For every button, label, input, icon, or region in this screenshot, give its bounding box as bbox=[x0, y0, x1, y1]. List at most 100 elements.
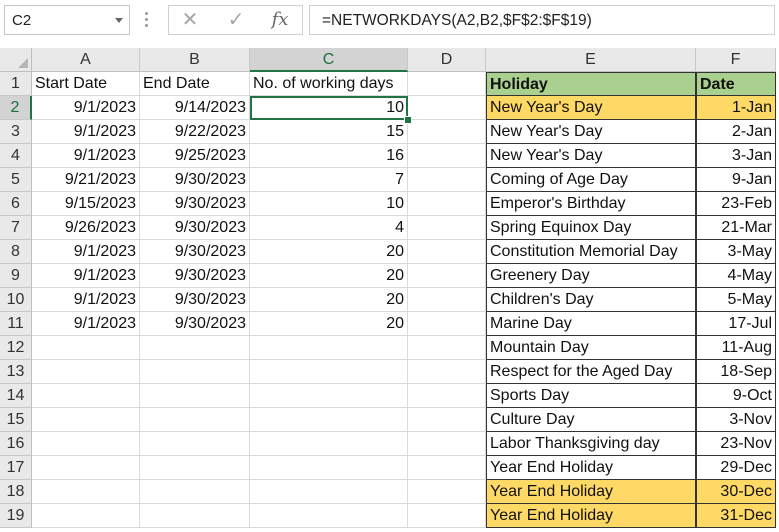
cell-f1[interactable]: Date bbox=[696, 72, 776, 96]
cell-b10[interactable]: 9/30/2023 bbox=[140, 288, 250, 312]
cell-a17[interactable] bbox=[32, 456, 140, 480]
cell-c8[interactable]: 20 bbox=[250, 240, 408, 264]
enter-icon[interactable]: ✓ bbox=[221, 8, 251, 32]
cell-c11[interactable]: 20 bbox=[250, 312, 408, 336]
cell-e12[interactable]: Mountain Day bbox=[486, 336, 696, 360]
cell-e5[interactable]: Coming of Age Day bbox=[486, 168, 696, 192]
row-header-5[interactable]: 5 bbox=[0, 168, 32, 192]
column-header-d[interactable]: D bbox=[408, 48, 486, 72]
cell-e7[interactable]: Spring Equinox Day bbox=[486, 216, 696, 240]
column-header-f[interactable]: F bbox=[696, 48, 776, 72]
cancel-icon[interactable]: ✕ bbox=[175, 8, 205, 32]
cell-d17[interactable] bbox=[408, 456, 486, 480]
cell-a2[interactable]: 9/1/2023 bbox=[32, 96, 140, 120]
cell-e1[interactable]: Holiday bbox=[486, 72, 696, 96]
cell-f2[interactable]: 1-Jan bbox=[696, 96, 776, 120]
cell-b6[interactable]: 9/30/2023 bbox=[140, 192, 250, 216]
row-header-2[interactable]: 2 bbox=[0, 96, 32, 120]
cell-a13[interactable] bbox=[32, 360, 140, 384]
row-header-14[interactable]: 14 bbox=[0, 384, 32, 408]
row-header-3[interactable]: 3 bbox=[0, 120, 32, 144]
cell-f9[interactable]: 4-May bbox=[696, 264, 776, 288]
cell-f12[interactable]: 11-Aug bbox=[696, 336, 776, 360]
cell-c16[interactable] bbox=[250, 432, 408, 456]
cell-b3[interactable]: 9/22/2023 bbox=[140, 120, 250, 144]
row-header-15[interactable]: 15 bbox=[0, 408, 32, 432]
cell-a15[interactable] bbox=[32, 408, 140, 432]
cell-b4[interactable]: 9/25/2023 bbox=[140, 144, 250, 168]
cell-a7[interactable]: 9/26/2023 bbox=[32, 216, 140, 240]
cell-a6[interactable]: 9/15/2023 bbox=[32, 192, 140, 216]
cell-b13[interactable] bbox=[140, 360, 250, 384]
cell-a10[interactable]: 9/1/2023 bbox=[32, 288, 140, 312]
cell-c17[interactable] bbox=[250, 456, 408, 480]
cell-d11[interactable] bbox=[408, 312, 486, 336]
cell-e14[interactable]: Sports Day bbox=[486, 384, 696, 408]
cell-a16[interactable] bbox=[32, 432, 140, 456]
cell-f6[interactable]: 23-Feb bbox=[696, 192, 776, 216]
cell-b9[interactable]: 9/30/2023 bbox=[140, 264, 250, 288]
row-header-13[interactable]: 13 bbox=[0, 360, 32, 384]
column-header-e[interactable]: E bbox=[486, 48, 696, 72]
cell-e17[interactable]: Year End Holiday bbox=[486, 456, 696, 480]
cell-d9[interactable] bbox=[408, 264, 486, 288]
cell-c9[interactable]: 20 bbox=[250, 264, 408, 288]
row-header-8[interactable]: 8 bbox=[0, 240, 32, 264]
cell-d18[interactable] bbox=[408, 480, 486, 504]
cell-d13[interactable] bbox=[408, 360, 486, 384]
cell-b1[interactable]: End Date bbox=[140, 72, 250, 96]
row-header-6[interactable]: 6 bbox=[0, 192, 32, 216]
cell-c18[interactable] bbox=[250, 480, 408, 504]
cell-e11[interactable]: Marine Day bbox=[486, 312, 696, 336]
cell-d1[interactable] bbox=[408, 72, 486, 96]
cell-b12[interactable] bbox=[140, 336, 250, 360]
cell-d8[interactable] bbox=[408, 240, 486, 264]
cell-c2[interactable]: 10 bbox=[250, 96, 408, 120]
cell-e8[interactable]: Constitution Memorial Day bbox=[486, 240, 696, 264]
cell-f10[interactable]: 5-May bbox=[696, 288, 776, 312]
cell-d16[interactable] bbox=[408, 432, 486, 456]
row-header-4[interactable]: 4 bbox=[0, 144, 32, 168]
column-header-c[interactable]: C bbox=[250, 48, 408, 72]
row-header-9[interactable]: 9 bbox=[0, 264, 32, 288]
row-header-16[interactable]: 16 bbox=[0, 432, 32, 456]
cell-a5[interactable]: 9/21/2023 bbox=[32, 168, 140, 192]
cell-f18[interactable]: 30-Dec bbox=[696, 480, 776, 504]
cell-a3[interactable]: 9/1/2023 bbox=[32, 120, 140, 144]
column-header-a[interactable]: A bbox=[32, 48, 140, 72]
cell-c7[interactable]: 4 bbox=[250, 216, 408, 240]
cell-a1[interactable]: Start Date bbox=[32, 72, 140, 96]
row-header-12[interactable]: 12 bbox=[0, 336, 32, 360]
cell-c15[interactable] bbox=[250, 408, 408, 432]
cell-d12[interactable] bbox=[408, 336, 486, 360]
cell-a11[interactable]: 9/1/2023 bbox=[32, 312, 140, 336]
cell-e15[interactable]: Culture Day bbox=[486, 408, 696, 432]
cell-c13[interactable] bbox=[250, 360, 408, 384]
cell-d3[interactable] bbox=[408, 120, 486, 144]
cell-f7[interactable]: 21-Mar bbox=[696, 216, 776, 240]
cell-b17[interactable] bbox=[140, 456, 250, 480]
cell-c10[interactable]: 20 bbox=[250, 288, 408, 312]
cell-d14[interactable] bbox=[408, 384, 486, 408]
cell-a8[interactable]: 9/1/2023 bbox=[32, 240, 140, 264]
row-header-11[interactable]: 11 bbox=[0, 312, 32, 336]
cell-c19[interactable] bbox=[250, 504, 408, 528]
cell-b19[interactable] bbox=[140, 504, 250, 528]
cell-e3[interactable]: New Year's Day bbox=[486, 120, 696, 144]
cell-c5[interactable]: 7 bbox=[250, 168, 408, 192]
cell-f5[interactable]: 9-Jan bbox=[696, 168, 776, 192]
cell-f13[interactable]: 18-Sep bbox=[696, 360, 776, 384]
cell-c14[interactable] bbox=[250, 384, 408, 408]
cell-d15[interactable] bbox=[408, 408, 486, 432]
name-box[interactable]: C2 bbox=[4, 5, 130, 35]
cell-e6[interactable]: Emperor's Birthday bbox=[486, 192, 696, 216]
cell-d6[interactable] bbox=[408, 192, 486, 216]
cell-e16[interactable]: Labor Thanksgiving day bbox=[486, 432, 696, 456]
cell-a9[interactable]: 9/1/2023 bbox=[32, 264, 140, 288]
cell-b18[interactable] bbox=[140, 480, 250, 504]
cell-a12[interactable] bbox=[32, 336, 140, 360]
cell-c6[interactable]: 10 bbox=[250, 192, 408, 216]
insert-function-icon[interactable]: fx bbox=[265, 8, 295, 32]
row-header-19[interactable]: 19 bbox=[0, 504, 32, 528]
cell-f3[interactable]: 2-Jan bbox=[696, 120, 776, 144]
